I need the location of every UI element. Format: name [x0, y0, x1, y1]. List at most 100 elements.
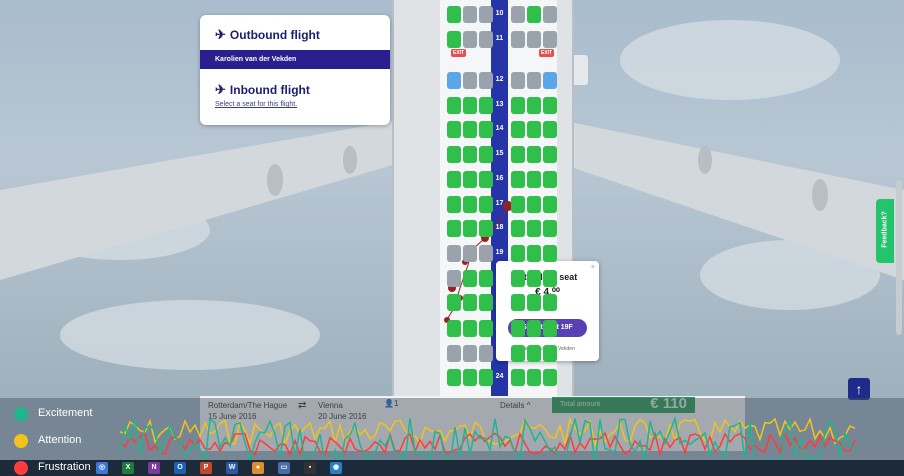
- seat[interactable]: [511, 270, 525, 287]
- seat[interactable]: [463, 294, 477, 311]
- seat[interactable]: [527, 220, 541, 237]
- seat[interactable]: [463, 320, 477, 337]
- monitor-icon[interactable]: ▭: [278, 462, 290, 474]
- seat[interactable]: [463, 270, 477, 287]
- seat[interactable]: [479, 320, 493, 337]
- seat[interactable]: [511, 294, 525, 311]
- seat[interactable]: [479, 171, 493, 188]
- seat[interactable]: [479, 97, 493, 114]
- inbound-flight-tab[interactable]: ✈ Inbound flight: [215, 82, 310, 98]
- seat[interactable]: [479, 220, 493, 237]
- seat[interactable]: [479, 196, 493, 213]
- row-number: 11: [495, 35, 504, 42]
- seat[interactable]: [527, 171, 541, 188]
- seat[interactable]: [543, 146, 557, 163]
- seat[interactable]: [447, 72, 461, 89]
- seat[interactable]: [463, 369, 477, 386]
- seat[interactable]: [511, 245, 525, 262]
- seat[interactable]: [479, 294, 493, 311]
- powerpoint-icon[interactable]: P: [200, 462, 212, 474]
- seat[interactable]: [511, 121, 525, 138]
- outlook-icon[interactable]: O: [174, 462, 186, 474]
- seat[interactable]: [543, 245, 557, 262]
- seat[interactable]: [479, 369, 493, 386]
- seat[interactable]: [527, 97, 541, 114]
- seat[interactable]: [511, 97, 525, 114]
- seat[interactable]: [511, 171, 525, 188]
- seat: [479, 31, 493, 48]
- passenger-name[interactable]: Karolien van der Vekden: [200, 50, 390, 69]
- seat[interactable]: [511, 196, 525, 213]
- seat[interactable]: [527, 196, 541, 213]
- app-icon[interactable]: ◉: [330, 462, 342, 474]
- seat: [463, 31, 477, 48]
- seat[interactable]: [543, 171, 557, 188]
- inbound-select-seat-link[interactable]: Select a seat for this flight.: [215, 101, 297, 108]
- seat[interactable]: [543, 72, 557, 89]
- seat[interactable]: [527, 369, 541, 386]
- word-icon[interactable]: W: [226, 462, 238, 474]
- seat[interactable]: [527, 294, 541, 311]
- seat[interactable]: [527, 6, 541, 23]
- seat[interactable]: [463, 121, 477, 138]
- seat[interactable]: [543, 121, 557, 138]
- seat[interactable]: [447, 146, 461, 163]
- seat[interactable]: [543, 369, 557, 386]
- seat[interactable]: [447, 196, 461, 213]
- seat[interactable]: [543, 270, 557, 287]
- seat[interactable]: [527, 270, 541, 287]
- seat[interactable]: [447, 369, 461, 386]
- seat[interactable]: [447, 171, 461, 188]
- seat[interactable]: [479, 146, 493, 163]
- seat[interactable]: [543, 196, 557, 213]
- seat[interactable]: [447, 320, 461, 337]
- seat[interactable]: [543, 345, 557, 362]
- seat[interactable]: [527, 121, 541, 138]
- seat[interactable]: [447, 97, 461, 114]
- excel-icon[interactable]: X: [122, 462, 134, 474]
- feedback-tab[interactable]: Feedback?: [876, 199, 894, 263]
- row-number: 19: [495, 249, 504, 256]
- airplane-icon: ✈: [215, 82, 226, 97]
- onenote-icon[interactable]: N: [148, 462, 160, 474]
- seat[interactable]: [447, 294, 461, 311]
- seat[interactable]: [479, 270, 493, 287]
- seat: [479, 72, 493, 89]
- terminal-icon[interactable]: ▪: [304, 462, 316, 474]
- seat[interactable]: [463, 171, 477, 188]
- seat[interactable]: [527, 345, 541, 362]
- outbound-flight-tab[interactable]: ✈ Outbound flight: [215, 27, 320, 43]
- row-number: 23: [495, 349, 504, 356]
- seat[interactable]: [463, 220, 477, 237]
- seat[interactable]: [543, 97, 557, 114]
- browser-icon[interactable]: ●: [252, 462, 264, 474]
- seat[interactable]: [543, 294, 557, 311]
- flight-selector-panel: ✈ Outbound flight Karolien van der Vekden…: [200, 15, 390, 125]
- seat[interactable]: [511, 146, 525, 163]
- chrome-icon[interactable]: ◎: [96, 462, 108, 474]
- seat[interactable]: [511, 345, 525, 362]
- seat[interactable]: [447, 31, 461, 48]
- seat[interactable]: [527, 320, 541, 337]
- page-scrollbar[interactable]: [896, 180, 902, 335]
- seat[interactable]: [527, 245, 541, 262]
- seat[interactable]: [511, 369, 525, 386]
- seat[interactable]: [479, 121, 493, 138]
- arrow-up-icon[interactable]: ↑: [848, 378, 870, 400]
- seat[interactable]: [447, 220, 461, 237]
- seat[interactable]: [463, 97, 477, 114]
- seat: [479, 245, 493, 262]
- seat: [447, 245, 461, 262]
- close-icon[interactable]: ×: [591, 264, 595, 271]
- seat[interactable]: [447, 6, 461, 23]
- seat[interactable]: [511, 220, 525, 237]
- seat: [527, 31, 541, 48]
- seat[interactable]: [527, 146, 541, 163]
- seat[interactable]: [543, 320, 557, 337]
- seat[interactable]: [447, 121, 461, 138]
- seat[interactable]: [543, 220, 557, 237]
- seat[interactable]: [463, 196, 477, 213]
- seat[interactable]: [511, 320, 525, 337]
- seat[interactable]: [463, 146, 477, 163]
- legend-dot-icon: [14, 407, 28, 421]
